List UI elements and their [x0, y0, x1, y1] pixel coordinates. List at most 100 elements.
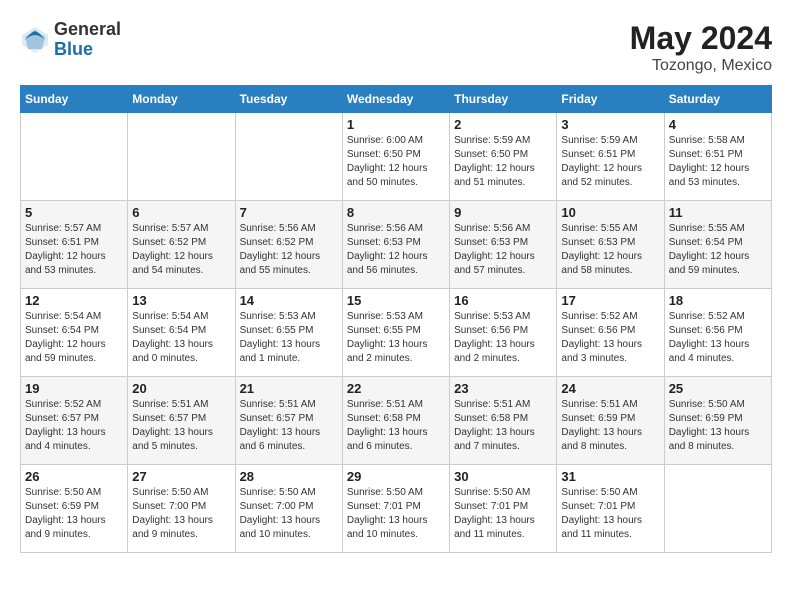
day-number: 13: [132, 293, 230, 308]
day-info: Sunrise: 5:53 AM Sunset: 6:56 PM Dayligh…: [454, 310, 552, 366]
day-info: Sunrise: 5:51 AM Sunset: 6:57 PM Dayligh…: [132, 398, 230, 454]
day-info: Sunrise: 5:59 AM Sunset: 6:51 PM Dayligh…: [561, 134, 659, 190]
calendar-cell: 17 Sunrise: 5:52 AM Sunset: 6:56 PM Dayli…: [557, 289, 664, 377]
day-info: Sunrise: 5:51 AM Sunset: 6:59 PM Dayligh…: [561, 398, 659, 454]
day-of-week-header: Sunday: [21, 86, 128, 113]
calendar-cell: 12Sunrise: 5:54 AM Sunset: 6:54 PM Dayli…: [21, 289, 128, 377]
calendar-cell: [128, 113, 235, 201]
calendar-cell: 19 Sunrise: 5:52 AM Sunset: 6:57 PM Dayli…: [21, 377, 128, 465]
day-number: 3: [561, 117, 659, 132]
calendar-cell: 11Sunrise: 5:55 AM Sunset: 6:54 PM Dayli…: [664, 201, 771, 289]
day-number: 28: [240, 469, 338, 484]
day-number: 29: [347, 469, 445, 484]
calendar-cell: 6 Sunrise: 5:57 AM Sunset: 6:52 PM Daylig…: [128, 201, 235, 289]
logo-text: General Blue: [54, 20, 121, 60]
calendar-cell: 10 Sunrise: 5:55 AM Sunset: 6:53 PM Dayli…: [557, 201, 664, 289]
calendar-cell: 21 Sunrise: 5:51 AM Sunset: 6:57 PM Dayli…: [235, 377, 342, 465]
day-info: Sunrise: 5:55 AM Sunset: 6:54 PM Dayligh…: [669, 222, 767, 278]
calendar-week-row: 12Sunrise: 5:54 AM Sunset: 6:54 PM Dayli…: [21, 289, 772, 377]
day-number: 26: [25, 469, 123, 484]
day-info: Sunrise: 5:53 AM Sunset: 6:55 PM Dayligh…: [347, 310, 445, 366]
day-info: Sunrise: 5:50 AM Sunset: 7:00 PM Dayligh…: [132, 486, 230, 542]
calendar-cell: [664, 465, 771, 553]
day-info: Sunrise: 5:57 AM Sunset: 6:51 PM Dayligh…: [25, 222, 123, 278]
day-info: Sunrise: 5:55 AM Sunset: 6:53 PM Dayligh…: [561, 222, 659, 278]
day-number: 30: [454, 469, 552, 484]
calendar-cell: 2 Sunrise: 5:59 AM Sunset: 6:50 PM Daylig…: [450, 113, 557, 201]
calendar-cell: 5 Sunrise: 5:57 AM Sunset: 6:51 PM Daylig…: [21, 201, 128, 289]
calendar-cell: 8 Sunrise: 5:56 AM Sunset: 6:53 PM Daylig…: [342, 201, 449, 289]
calendar-cell: 14Sunrise: 5:53 AM Sunset: 6:55 PM Dayli…: [235, 289, 342, 377]
day-number: 24: [561, 381, 659, 396]
day-of-week-header: Monday: [128, 86, 235, 113]
day-number: 19: [25, 381, 123, 396]
day-info: Sunrise: 5:56 AM Sunset: 6:52 PM Dayligh…: [240, 222, 338, 278]
day-number: 2: [454, 117, 552, 132]
day-number: 27: [132, 469, 230, 484]
day-info: Sunrise: 5:51 AM Sunset: 6:58 PM Dayligh…: [347, 398, 445, 454]
calendar-cell: [235, 113, 342, 201]
day-info: Sunrise: 5:58 AM Sunset: 6:51 PM Dayligh…: [669, 134, 767, 190]
day-info: Sunrise: 5:52 AM Sunset: 6:57 PM Dayligh…: [25, 398, 123, 454]
calendar-cell: 27 Sunrise: 5:50 AM Sunset: 7:00 PM Dayli…: [128, 465, 235, 553]
day-number: 9: [454, 205, 552, 220]
day-info: Sunrise: 5:59 AM Sunset: 6:50 PM Dayligh…: [454, 134, 552, 190]
day-info: Sunrise: 5:51 AM Sunset: 6:58 PM Dayligh…: [454, 398, 552, 454]
day-info: Sunrise: 5:57 AM Sunset: 6:52 PM Dayligh…: [132, 222, 230, 278]
day-number: 8: [347, 205, 445, 220]
logo-general: General: [54, 20, 121, 40]
calendar-cell: 16 Sunrise: 5:53 AM Sunset: 6:56 PM Dayli…: [450, 289, 557, 377]
calendar-week-row: 1 Sunrise: 6:00 AM Sunset: 6:50 PM Daylig…: [21, 113, 772, 201]
logo-blue: Blue: [54, 40, 121, 60]
day-info: Sunrise: 5:50 AM Sunset: 7:01 PM Dayligh…: [347, 486, 445, 542]
calendar-cell: 3 Sunrise: 5:59 AM Sunset: 6:51 PM Daylig…: [557, 113, 664, 201]
day-number: 6: [132, 205, 230, 220]
calendar-cell: 29 Sunrise: 5:50 AM Sunset: 7:01 PM Dayli…: [342, 465, 449, 553]
day-info: Sunrise: 6:00 AM Sunset: 6:50 PM Dayligh…: [347, 134, 445, 190]
day-number: 16: [454, 293, 552, 308]
calendar-cell: 31Sunrise: 5:50 AM Sunset: 7:01 PM Dayli…: [557, 465, 664, 553]
day-of-week-header: Friday: [557, 86, 664, 113]
calendar-cell: 18Sunrise: 5:52 AM Sunset: 6:56 PM Dayli…: [664, 289, 771, 377]
day-info: Sunrise: 5:52 AM Sunset: 6:56 PM Dayligh…: [561, 310, 659, 366]
day-number: 25: [669, 381, 767, 396]
day-info: Sunrise: 5:51 AM Sunset: 6:57 PM Dayligh…: [240, 398, 338, 454]
day-number: 5: [25, 205, 123, 220]
day-of-week-header: Thursday: [450, 86, 557, 113]
day-info: Sunrise: 5:56 AM Sunset: 6:53 PM Dayligh…: [454, 222, 552, 278]
day-info: Sunrise: 5:50 AM Sunset: 6:59 PM Dayligh…: [25, 486, 123, 542]
calendar-cell: 20Sunrise: 5:51 AM Sunset: 6:57 PM Dayli…: [128, 377, 235, 465]
day-info: Sunrise: 5:50 AM Sunset: 7:01 PM Dayligh…: [454, 486, 552, 542]
calendar-cell: [21, 113, 128, 201]
calendar-cell: 28 Sunrise: 5:50 AM Sunset: 7:00 PM Dayli…: [235, 465, 342, 553]
day-number: 17: [561, 293, 659, 308]
calendar-cell: 13Sunrise: 5:54 AM Sunset: 6:54 PM Dayli…: [128, 289, 235, 377]
calendar-cell: 7Sunrise: 5:56 AM Sunset: 6:52 PM Daylig…: [235, 201, 342, 289]
day-info: Sunrise: 5:50 AM Sunset: 6:59 PM Dayligh…: [669, 398, 767, 454]
page-subtitle: Tozongo, Mexico: [630, 57, 772, 75]
calendar-week-row: 26 Sunrise: 5:50 AM Sunset: 6:59 PM Dayli…: [21, 465, 772, 553]
calendar-cell: 4Sunrise: 5:58 AM Sunset: 6:51 PM Daylig…: [664, 113, 771, 201]
calendar-cell: 26 Sunrise: 5:50 AM Sunset: 6:59 PM Dayli…: [21, 465, 128, 553]
calendar-cell: 23Sunrise: 5:51 AM Sunset: 6:58 PM Dayli…: [450, 377, 557, 465]
day-info: Sunrise: 5:53 AM Sunset: 6:55 PM Dayligh…: [240, 310, 338, 366]
calendar-cell: 24 Sunrise: 5:51 AM Sunset: 6:59 PM Dayli…: [557, 377, 664, 465]
day-number: 18: [669, 293, 767, 308]
day-info: Sunrise: 5:50 AM Sunset: 7:00 PM Dayligh…: [240, 486, 338, 542]
day-number: 22: [347, 381, 445, 396]
page-title: May 2024: [630, 20, 772, 57]
days-header-row: SundayMondayTuesdayWednesdayThursdayFrid…: [21, 86, 772, 113]
calendar-week-row: 5 Sunrise: 5:57 AM Sunset: 6:51 PM Daylig…: [21, 201, 772, 289]
day-number: 1: [347, 117, 445, 132]
day-info: Sunrise: 5:56 AM Sunset: 6:53 PM Dayligh…: [347, 222, 445, 278]
calendar-table: SundayMondayTuesdayWednesdayThursdayFrid…: [20, 85, 772, 553]
day-number: 10: [561, 205, 659, 220]
day-number: 21: [240, 381, 338, 396]
calendar-cell: 30 Sunrise: 5:50 AM Sunset: 7:01 PM Dayli…: [450, 465, 557, 553]
day-number: 31: [561, 469, 659, 484]
day-number: 15: [347, 293, 445, 308]
logo-icon: [20, 25, 50, 55]
calendar-cell: 1 Sunrise: 6:00 AM Sunset: 6:50 PM Daylig…: [342, 113, 449, 201]
day-of-week-header: Wednesday: [342, 86, 449, 113]
logo: General Blue: [20, 20, 121, 60]
